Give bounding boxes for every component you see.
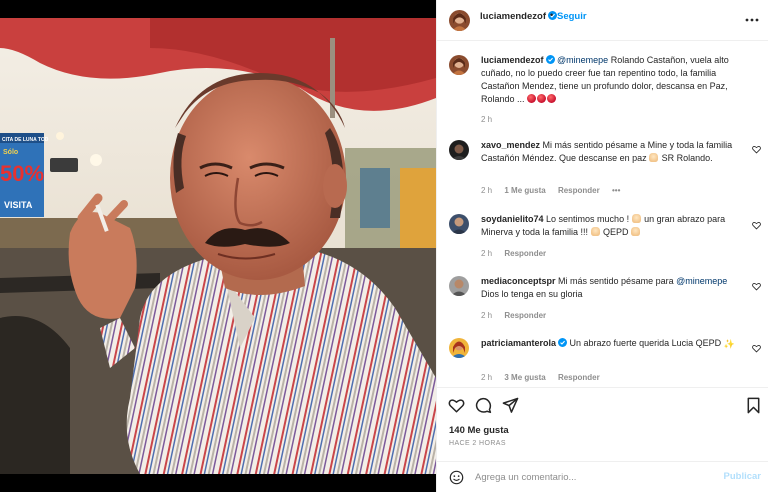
reply-button[interactable]: Responder — [558, 373, 600, 382]
comment-icon[interactable] — [475, 397, 492, 414]
like-comment-heart-icon[interactable] — [752, 344, 761, 353]
like-comment-heart-icon[interactable] — [752, 221, 761, 230]
post-header: luciamendezof • Seguir — [437, 0, 768, 41]
caption-author[interactable]: luciamendezof — [481, 55, 544, 65]
comment-text: soydanielito74 Lo sentimos mucho ! un gr… — [481, 214, 726, 237]
verified-badge-icon — [558, 338, 568, 347]
separator-dot: • — [550, 10, 554, 20]
post-details-panel: luciamendezof • Seguir luciamendezof @mi… — [436, 0, 768, 492]
caption-text: luciamendezof @minemepe Rolando Castañon… — [481, 54, 743, 106]
share-icon[interactable] — [502, 397, 519, 414]
comment-time[interactable]: 2 h — [481, 373, 492, 382]
comment-meta: 2 h 3 Me gusta Responder — [481, 373, 610, 382]
red-heart-emoji-icon — [547, 94, 557, 103]
commenter-avatar[interactable] — [449, 214, 469, 234]
commenter-avatar[interactable] — [449, 338, 469, 358]
mention-link[interactable]: @minemepe — [557, 55, 608, 65]
comment-text: mediaconceptspr Mi más sentido pésame pa… — [481, 276, 728, 299]
commenter-avatar[interactable] — [449, 140, 469, 160]
sign-line1: CITA DE LUNA TOD — [2, 137, 49, 143]
post-actions: 140 Me gusta HACE 2 HORAS — [437, 387, 768, 447]
comment-meta: 2 h Responder — [481, 249, 556, 258]
praying-hands-emoji-icon — [631, 214, 641, 223]
comment-username[interactable]: xavo_mendez — [481, 140, 540, 150]
like-comment-heart-icon[interactable] — [752, 145, 761, 154]
heart-icon[interactable] — [448, 397, 465, 414]
author-avatar[interactable] — [449, 10, 470, 31]
comments-list[interactable]: luciamendezof @minemepe Rolando Castañon… — [437, 41, 768, 387]
publish-button[interactable]: Publicar — [724, 471, 762, 482]
reply-button[interactable]: Responder — [558, 186, 600, 195]
sparkles-emoji-icon: ✨ — [723, 339, 735, 349]
like-comment-heart-icon[interactable] — [752, 282, 761, 291]
follow-button[interactable]: Seguir — [557, 11, 587, 22]
praying-hands-emoji-icon — [649, 153, 659, 162]
post-photo-image: CITA DE LUNA TOD Sólo 50% VISITA — [0, 18, 436, 474]
comment-more-options[interactable]: ••• — [612, 186, 620, 195]
mention-link[interactable]: @minemepe — [676, 276, 727, 286]
post-photo[interactable]: CITA DE LUNA TOD Sólo 50% VISITA — [0, 18, 436, 474]
praying-hands-emoji-icon — [590, 227, 600, 236]
likes-count[interactable]: 140 Me gusta — [449, 425, 509, 436]
comment-likes[interactable]: 3 Me gusta — [504, 373, 545, 382]
comment-username[interactable]: mediaconceptspr — [481, 276, 556, 286]
comment-time[interactable]: 2 h — [481, 311, 492, 320]
comment-text: xavo_mendez Mi más sentido pésame a Mine… — [481, 140, 733, 163]
comment-username[interactable]: soydanielito74 — [481, 214, 544, 224]
author-avatar[interactable] — [449, 55, 469, 75]
comment-time[interactable]: 2 h — [481, 186, 492, 195]
red-heart-emoji-icon — [537, 94, 547, 103]
caption-time[interactable]: 2 h — [481, 115, 492, 124]
sign-line3: VISITA — [4, 200, 33, 210]
emoji-icon[interactable] — [449, 470, 464, 485]
comment-composer: Publicar — [437, 461, 768, 492]
bookmark-icon[interactable] — [745, 397, 762, 414]
comment-meta: 2 h 1 Me gusta Responder ••• — [481, 186, 630, 195]
praying-hands-emoji-icon — [631, 227, 641, 236]
sign-line2: Sólo — [3, 149, 18, 156]
reply-button[interactable]: Responder — [504, 311, 546, 320]
commenter-avatar[interactable] — [449, 276, 469, 296]
comment-meta: 2 h Responder — [481, 311, 556, 320]
caption-meta: 2 h — [481, 115, 502, 124]
more-options-icon[interactable] — [745, 12, 759, 28]
comment-username[interactable]: patriciamanterola — [481, 338, 556, 348]
comment-text: patriciamanterola Un abrazo fuerte queri… — [481, 338, 735, 349]
reply-button[interactable]: Responder — [504, 249, 546, 258]
instagram-post-view: CITA DE LUNA TOD Sólo 50% VISITA luciame… — [0, 0, 768, 492]
verified-badge-icon — [545, 55, 555, 64]
sign-percent: 50% — [0, 161, 44, 186]
post-time-ago[interactable]: HACE 2 HORAS — [449, 440, 506, 447]
red-heart-emoji-icon — [527, 94, 537, 103]
comment-likes[interactable]: 1 Me gusta — [504, 186, 545, 195]
comment-input[interactable] — [475, 470, 705, 485]
comment-time[interactable]: 2 h — [481, 249, 492, 258]
author-username[interactable]: luciamendezof — [480, 11, 557, 22]
